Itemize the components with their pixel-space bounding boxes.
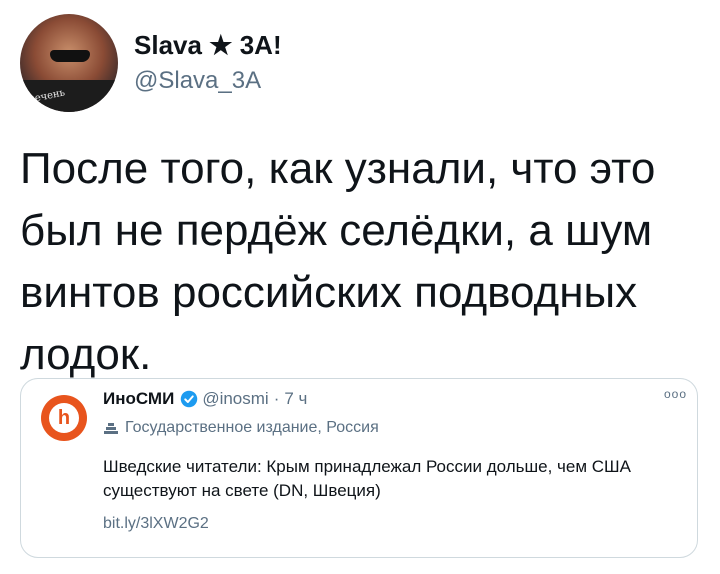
quoted-link[interactable]: bit.ly/3lXW2G2 <box>103 515 209 533</box>
quoted-display-name[interactable]: ИноСМИ <box>103 389 174 409</box>
author-avatar[interactable]: печень <box>20 14 118 112</box>
author-handle[interactable]: @Slava_3A <box>134 65 282 97</box>
quoted-header: ИноСМИ @inosmi · 7 ч <box>103 389 307 409</box>
quoted-handle[interactable]: @inosmi <box>202 389 268 409</box>
quoted-timestamp[interactable]: 7 ч <box>284 389 307 409</box>
inosmi-avatar[interactable]: h <box>41 395 87 441</box>
state-media-label-text: Государственное издание, Россия <box>125 419 379 436</box>
more-options-icon[interactable]: ooo <box>664 387 687 401</box>
quoted-separator: · <box>273 389 280 408</box>
sunglasses-shape <box>50 50 90 62</box>
quoted-text: Шведские читатели: Крым принадлежал Росс… <box>103 457 631 500</box>
author-names: Slava ★ 3A! @Slava_3A <box>134 29 282 97</box>
tweet-header: печень Slava ★ 3A! @Slava_3A <box>20 14 282 112</box>
verified-badge-icon <box>181 390 198 408</box>
tweet-text: После того, как узнали, что это был не п… <box>20 144 656 379</box>
state-media-label[interactable]: Государственное издание, Россия <box>103 419 379 437</box>
inosmi-logo-letter: h <box>49 403 79 433</box>
author-display-name[interactable]: Slava ★ 3A! <box>134 29 282 61</box>
quoted-tweet-card[interactable]: h ИноСМИ @inosmi · 7 ч ooo Государственн… <box>20 378 698 558</box>
flag-icon <box>104 423 118 434</box>
